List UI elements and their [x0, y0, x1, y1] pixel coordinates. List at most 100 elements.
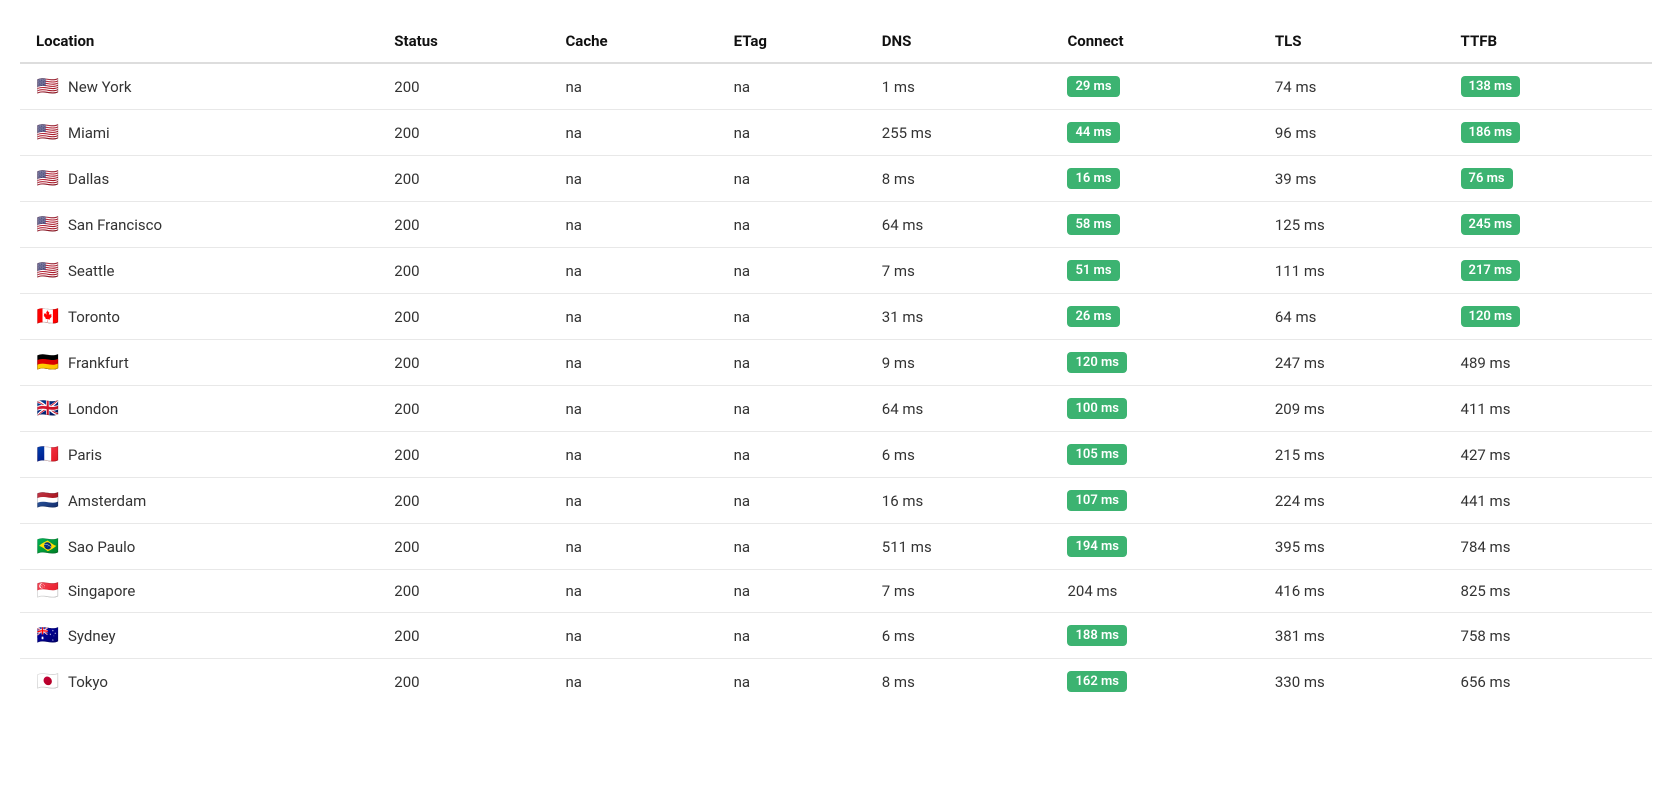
etag-cell: na [718, 478, 866, 524]
status-cell: 200 [378, 156, 549, 202]
dns-cell: 8 ms [866, 659, 1052, 705]
etag-cell: na [718, 248, 866, 294]
connect-cell: 105 ms [1051, 432, 1258, 478]
flag-icon: 🇨🇦 [36, 309, 60, 325]
table-row: 🇺🇸New York200nana1 ms29 ms74 ms138 ms [20, 63, 1652, 110]
connect-badge: 100 ms [1067, 398, 1127, 419]
flag-icon: 🇺🇸 [36, 217, 60, 233]
dns-cell: 31 ms [866, 294, 1052, 340]
flag-icon: 🇺🇸 [36, 125, 60, 141]
etag-cell: na [718, 294, 866, 340]
table-row: 🇯🇵Tokyo200nana8 ms162 ms330 ms656 ms [20, 659, 1652, 705]
tls-cell: 39 ms [1259, 156, 1445, 202]
connect-cell: 26 ms [1051, 294, 1258, 340]
location-name: San Francisco [68, 216, 162, 234]
tls-cell: 330 ms [1259, 659, 1445, 705]
connect-badge: 162 ms [1067, 671, 1127, 692]
location-name: Tokyo [68, 673, 108, 691]
connect-badge: 51 ms [1067, 260, 1119, 281]
status-cell: 200 [378, 613, 549, 659]
connect-badge: 29 ms [1067, 76, 1119, 97]
ttfb-cell: 489 ms [1445, 340, 1652, 386]
cache-cell: na [549, 386, 717, 432]
connect-cell: 100 ms [1051, 386, 1258, 432]
connect-cell: 58 ms [1051, 202, 1258, 248]
flag-icon: 🇸🇬 [36, 583, 60, 599]
connect-badge: 120 ms [1067, 352, 1127, 373]
ttfb-badge: 76 ms [1461, 168, 1513, 189]
ttfb-cell: 411 ms [1445, 386, 1652, 432]
status-cell: 200 [378, 570, 549, 613]
cache-cell: na [549, 248, 717, 294]
table-row: 🇸🇬Singapore200nana7 ms204 ms416 ms825 ms [20, 570, 1652, 613]
dns-cell: 7 ms [866, 248, 1052, 294]
flag-icon: 🇺🇸 [36, 263, 60, 279]
connect-cell: 204 ms [1051, 570, 1258, 613]
etag-cell: na [718, 659, 866, 705]
dns-cell: 7 ms [866, 570, 1052, 613]
location-cell: 🇺🇸 Miami [20, 110, 378, 156]
location-name: Sao Paulo [68, 538, 135, 556]
connect-badge: 26 ms [1067, 306, 1119, 327]
status-cell: 200 [378, 202, 549, 248]
location-cell: 🇺🇸Dallas [20, 156, 378, 202]
location-cell: 🇺🇸Seattle [20, 248, 378, 294]
dns-cell: 64 ms [866, 386, 1052, 432]
location-name: London [68, 400, 118, 418]
cache-cell: na [549, 202, 717, 248]
ttfb-cell: 245 ms [1445, 202, 1652, 248]
connect-cell: 44 ms [1051, 110, 1258, 156]
location-name: Miami [68, 124, 110, 142]
ttfb-badge: 217 ms [1461, 260, 1521, 281]
tls-cell: 215 ms [1259, 432, 1445, 478]
location-cell: 🇳🇱Amsterdam [20, 478, 378, 524]
location-name: New York [68, 78, 131, 96]
connect-cell: 120 ms [1051, 340, 1258, 386]
etag-cell: na [718, 432, 866, 478]
etag-cell: na [718, 63, 866, 110]
dns-cell: 6 ms [866, 613, 1052, 659]
table-header-row: LocationStatusCacheETagDNSConnectTLSTTFB [20, 20, 1652, 63]
status-cell: 200 [378, 340, 549, 386]
location-name: Frankfurt [68, 354, 129, 372]
connect-cell: 162 ms [1051, 659, 1258, 705]
cache-cell: na [549, 340, 717, 386]
tls-cell: 209 ms [1259, 386, 1445, 432]
status-cell: 200 [378, 386, 549, 432]
table-row: 🇧🇷Sao Paulo200nana511 ms194 ms395 ms784 … [20, 524, 1652, 570]
etag-cell: na [718, 570, 866, 613]
location-name: Toronto [68, 308, 120, 326]
etag-cell: na [718, 202, 866, 248]
etag-cell: na [718, 613, 866, 659]
location-cell: 🇩🇪Frankfurt [20, 340, 378, 386]
flag-icon: 🇬🇧 [36, 401, 60, 417]
etag-cell: na [718, 110, 866, 156]
connect-badge: 107 ms [1067, 490, 1127, 511]
ttfb-cell: 76 ms [1445, 156, 1652, 202]
location-name: Sydney [68, 627, 116, 645]
location-name: Dallas [68, 170, 109, 188]
etag-cell: na [718, 340, 866, 386]
table-row: 🇦🇺Sydney200nana6 ms188 ms381 ms758 ms [20, 613, 1652, 659]
column-header-connect: Connect [1051, 20, 1258, 63]
etag-cell: na [718, 156, 866, 202]
dns-cell: 9 ms [866, 340, 1052, 386]
performance-table: LocationStatusCacheETagDNSConnectTLSTTFB… [20, 20, 1652, 704]
column-header-location: Location [20, 20, 378, 63]
cache-cell: na [549, 294, 717, 340]
location-cell: 🇺🇸New York [20, 63, 378, 110]
tls-cell: 416 ms [1259, 570, 1445, 613]
status-cell: 200 [378, 659, 549, 705]
status-cell: 200 [378, 110, 549, 156]
connect-cell: 16 ms [1051, 156, 1258, 202]
flag-icon: 🇦🇺 [36, 628, 60, 644]
ttfb-badge: 138 ms [1461, 76, 1521, 97]
table-row: 🇺🇸Miami200nana255 ms44 ms96 ms186 ms [20, 110, 1652, 156]
cache-cell: na [549, 524, 717, 570]
status-cell: 200 [378, 478, 549, 524]
ttfb-cell: 186 ms [1445, 110, 1652, 156]
tls-cell: 96 ms [1259, 110, 1445, 156]
location-cell: 🇦🇺 Sydney [20, 613, 378, 659]
flag-icon: 🇯🇵 [36, 674, 60, 690]
status-cell: 200 [378, 63, 549, 110]
